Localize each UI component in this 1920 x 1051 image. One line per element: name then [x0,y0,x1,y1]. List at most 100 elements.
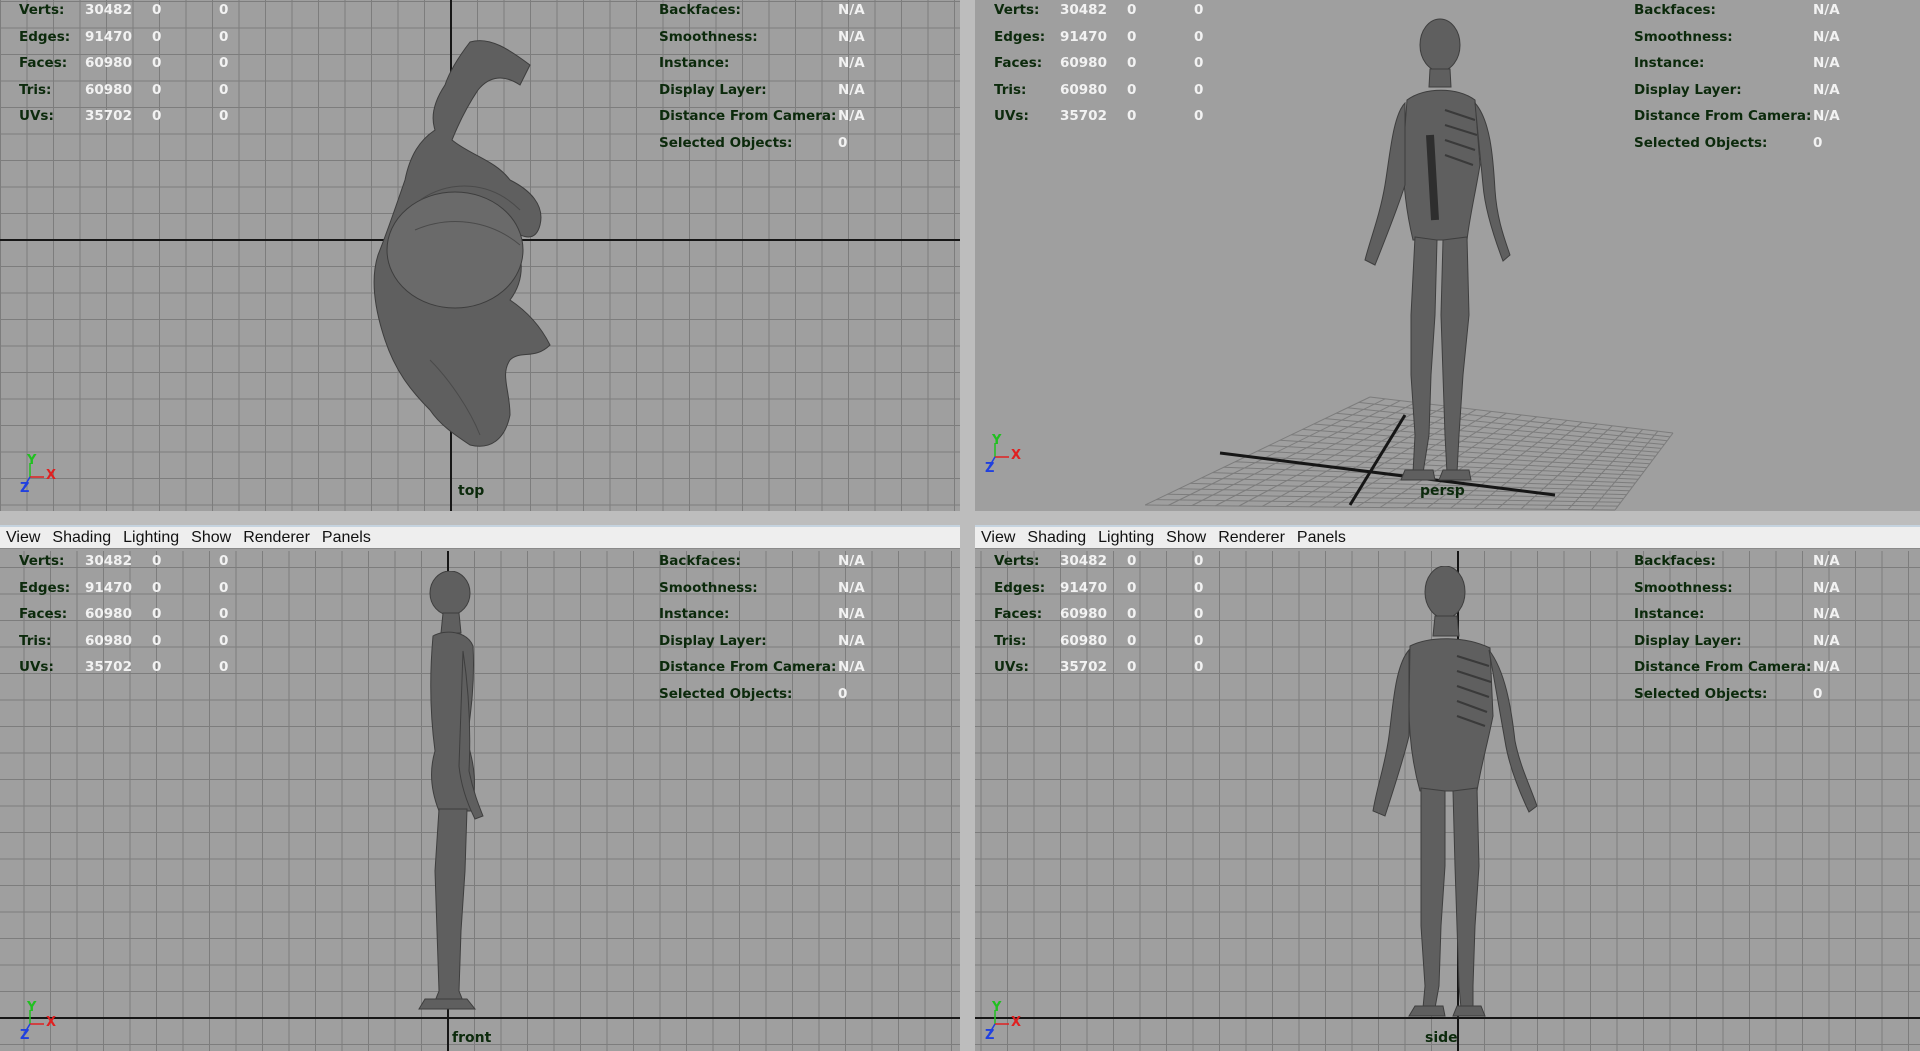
camera-label: side [1425,1030,1458,1046]
hud-value: 60980 [85,55,132,71]
hud-row: Display Layer: N/A [1634,631,1920,658]
viewport-top[interactable]: Verts: 30482 0 0 Edges: 91470 0 0 Faces: 60980 0 0 T… [0,0,960,511]
hud-value: N/A [1813,28,1840,45]
hud-value: 0 [219,108,229,124]
hud-value: 91470 [85,579,132,596]
object-details-hud: Backfaces: N/A Smoothness: N/A Instance: N/A D… [1634,0,1920,159]
hud-row: Edges: 91470 0 0 [0,578,240,605]
hud-value: 0 [1194,81,1204,98]
hud-value: N/A [838,553,865,569]
hud-value: 60980 [85,81,132,98]
hud-value: 0 [1194,632,1204,649]
viewport-front[interactable]: Verts: 30482 0 0 Edges: 91470 0 0 Faces: 60980 0 0 T… [0,551,960,1051]
hud-row: Selected Objects: 0 [1634,133,1920,160]
hud-value: 0 [1127,81,1137,98]
hud-value: 0 [219,632,229,649]
hud-row: Display Layer: N/A [659,80,959,107]
hud-row: Smoothness: N/A [659,27,959,54]
menu-panels[interactable]: Panels [1293,529,1354,547]
hud-row: Smoothness: N/A [659,578,959,605]
hud-row: Tris: 60980 0 0 [975,80,1215,107]
menu-view[interactable]: View [977,529,1023,547]
model-front-figure [418,571,484,1010]
menu-renderer[interactable]: Renderer [239,529,318,547]
hud-value: 0 [152,579,162,596]
hud-value: 0 [219,28,229,45]
hud-label: UVs: [19,659,54,675]
hud-row: Tris: 60980 0 0 [0,631,240,658]
hud-value: N/A [838,81,865,98]
camera-label: persp [1420,483,1465,499]
hud-value: 0 [1127,606,1137,622]
hud-value: 0 [219,606,229,622]
menu-lighting[interactable]: Lighting [1094,529,1162,547]
hud-row: Instance: N/A [1634,53,1920,80]
menu-panels[interactable]: Panels [318,529,379,547]
hud-value: 60980 [85,606,132,622]
viewport-panel-front[interactable]: View Shading Lighting Show Renderer Panels Ve… [0,525,960,1051]
hud-row: Edges: 91470 0 0 [0,27,240,54]
hud-row: Backfaces: N/A [1634,551,1920,578]
hud-row: Instance: N/A [659,53,959,80]
hud-row: UVs: 35702 0 0 [975,657,1215,684]
hud-row: Verts: 30482 0 0 [0,0,240,27]
hud-row: Tris: 60980 0 0 [0,80,240,107]
hud-value: 0 [1194,606,1204,622]
hud-label: Faces: [994,55,1043,71]
hud-row: UVs: 35702 0 0 [0,106,240,133]
hud-value: 0 [219,55,229,71]
hud-label: UVs: [19,108,54,124]
menu-lighting[interactable]: Lighting [119,529,187,547]
hud-label: Distance From Camera: [1634,659,1812,675]
hud-row: Distance From Camera: N/A [659,106,959,133]
viewport-panel-top[interactable]: Verts: 30482 0 0 Edges: 91470 0 0 Faces: 60980 0 0 T… [0,0,960,511]
viewport-panel-persp[interactable]: Verts: 30482 0 0 Edges: 91470 0 0 Faces: 60980 0 0 T… [975,0,1920,511]
hud-value: 0 [1127,659,1137,675]
hud-row: Faces: 60980 0 0 [0,53,240,80]
menu-shading[interactable]: Shading [1023,529,1094,547]
axis-label-y: Y [27,453,37,468]
hud-value: 0 [152,553,162,569]
axis-indicator: YX Z [20,453,70,505]
hud-label: Edges: [19,28,71,45]
hud-label: Tris: [994,81,1027,98]
hud-value: N/A [1813,606,1840,622]
hud-value: N/A [1813,108,1840,124]
hud-label: Selected Objects: [1634,134,1768,151]
hud-label: UVs: [994,108,1029,124]
hud-row: Instance: N/A [659,604,959,631]
hud-value: 0 [152,632,162,649]
viewport-side[interactable]: Verts: 30482 0 0 Edges: 91470 0 0 Faces: 60980 0 0 T… [975,551,1920,1051]
poly-count-hud: Verts: 30482 0 0 Edges: 91470 0 0 Faces: 60980 0 0 T… [0,0,240,133]
maya-four-view-layout: Verts: 30482 0 0 Edges: 91470 0 0 Faces: 60980 0 0 T… [0,0,1920,1051]
hud-value: 0 [152,606,162,622]
hud-value: N/A [838,632,865,649]
hud-value: 35702 [85,108,132,124]
hud-value: 60980 [1060,81,1107,98]
hud-label: Distance From Camera: [659,659,837,675]
hud-value: 35702 [85,659,132,675]
hud-label: Backfaces: [1634,553,1716,569]
menu-renderer[interactable]: Renderer [1214,529,1293,547]
hud-label: Distance From Camera: [659,108,837,124]
hud-value: 30482 [85,553,132,569]
hud-value: 30482 [1060,2,1107,18]
hud-value: N/A [838,108,865,124]
menu-show[interactable]: Show [187,529,239,547]
hud-row: UVs: 35702 0 0 [0,657,240,684]
panel-menu-bar: View Shading Lighting Show Renderer Panels [975,525,1920,549]
hud-label: Faces: [994,606,1043,622]
hud-row: Smoothness: N/A [1634,578,1920,605]
hud-value: 0 [219,659,229,675]
viewport-persp[interactable]: Verts: 30482 0 0 Edges: 91470 0 0 Faces: 60980 0 0 T… [975,0,1920,511]
axis-label-z: Z [985,461,995,476]
model-persp-figure [1364,18,1511,481]
menu-show[interactable]: Show [1162,529,1214,547]
menu-shading[interactable]: Shading [48,529,119,547]
menu-view[interactable]: View [2,529,48,547]
axis-label-z: Z [20,1028,30,1043]
hud-value: N/A [1813,553,1840,569]
viewport-panel-side[interactable]: View Shading Lighting Show Renderer Panels Ve… [975,525,1920,1051]
hud-label: Smoothness: [1634,28,1733,45]
hud-row: Smoothness: N/A [1634,27,1920,54]
